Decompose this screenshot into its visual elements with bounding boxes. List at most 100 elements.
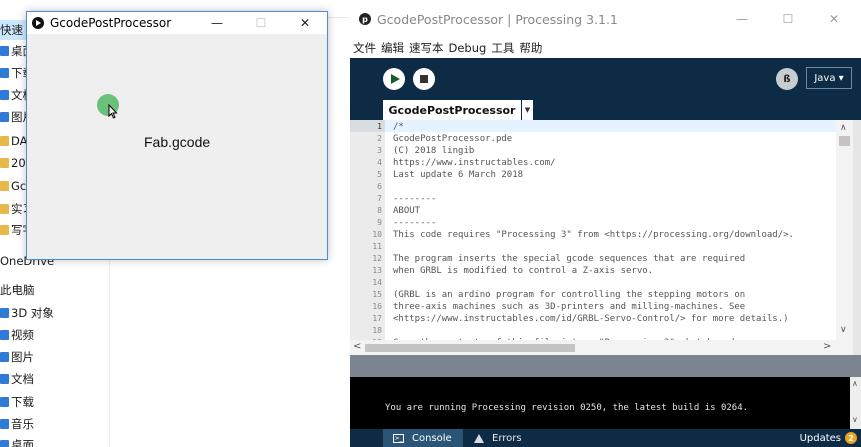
- folder-icon: [0, 158, 9, 168]
- code-line: This code requires "Processing 3" from <…: [393, 230, 794, 240]
- warning-icon: [474, 433, 484, 443]
- tab-menu-arrow-icon[interactable]: ▼: [522, 100, 533, 120]
- ide-minimize-button[interactable]: —: [719, 0, 765, 38]
- code-line: <https://www.instructables.com/id/GRBL-S…: [393, 314, 789, 324]
- sketch-window: GcodePostProcessor — ☐ ✕ Fab.gcode: [26, 11, 328, 260]
- line-number: 8: [377, 206, 382, 215]
- code-line: (GRBL is an ardino program for controlli…: [393, 290, 746, 300]
- mode-selector[interactable]: Java ▾: [806, 67, 852, 89]
- nav-item[interactable]: 视频: [0, 325, 34, 345]
- nav-item-label: 视频: [11, 328, 34, 342]
- editor-horizontal-scrollbar[interactable]: < >: [350, 340, 853, 355]
- debugger-toggle-icon[interactable]: ß: [776, 68, 798, 90]
- editor-vertical-scrollbar[interactable]: ∧ ∨: [836, 120, 853, 340]
- code-line: https://www.instructables.com/: [393, 158, 556, 168]
- line-number: 13: [372, 266, 382, 275]
- line-number: 9: [377, 218, 382, 227]
- menu-tools[interactable]: 工具: [491, 40, 514, 56]
- menu-file[interactable]: 文件: [353, 40, 376, 56]
- tab-errors[interactable]: Errors: [474, 429, 522, 447]
- ide-titlebar[interactable]: p GcodePostProcessor | Processing 3.1.1 …: [350, 0, 861, 38]
- line-number: 2: [377, 134, 382, 143]
- ide-maximize-button[interactable]: ☐: [765, 0, 811, 38]
- line-number: 3: [377, 146, 382, 155]
- sketch-canvas[interactable]: Fab.gcode: [27, 34, 327, 259]
- line-number: 1: [377, 122, 382, 131]
- download-icon: [0, 68, 9, 78]
- scroll-left-arrow-icon[interactable]: <: [353, 341, 361, 352]
- folder-icon: [0, 181, 9, 191]
- nav-item-label: 快速: [0, 23, 23, 37]
- editor-tab-row: GcodePostProcessor ▼: [350, 100, 861, 120]
- code-line: when GRBL is modified to control a Z-axi…: [393, 266, 654, 276]
- console-scroll-up-icon[interactable]: ∧: [852, 379, 858, 388]
- close-button[interactable]: ✕: [283, 12, 327, 34]
- canvas-filename-text: Fab.gcode: [144, 134, 211, 150]
- horizontal-scroll-thumb[interactable]: [365, 344, 575, 352]
- code-line: three-axis machines such as 3D-printers …: [393, 302, 746, 312]
- tab-console-label: Console: [412, 432, 452, 444]
- code-line: /*: [393, 122, 404, 132]
- folder-icon: [0, 225, 9, 235]
- updates-label: Updates: [799, 432, 841, 444]
- nav-item-label: 桌面: [11, 438, 34, 447]
- current-line-highlight: [385, 120, 836, 132]
- updates-count-badge: 2: [845, 432, 857, 444]
- documents-icon: [0, 90, 9, 100]
- sketch-titlebar[interactable]: GcodePostProcessor — ☐ ✕: [27, 12, 327, 34]
- line-number: 17: [372, 314, 382, 323]
- nav-item-label: 图片: [11, 350, 34, 364]
- processing-app-icon: [32, 17, 44, 29]
- processing-ide-window: p GcodePostProcessor | Processing 3.1.1 …: [350, 0, 861, 447]
- line-number: 12: [372, 254, 382, 263]
- nav-item[interactable]: 此电脑: [0, 280, 35, 300]
- minimize-button[interactable]: —: [195, 12, 239, 34]
- desktop-icon: [0, 440, 9, 447]
- vertical-scroll-thumb[interactable]: [839, 136, 850, 146]
- 3d-objects-icon: [0, 308, 9, 318]
- line-number: 4: [377, 158, 382, 167]
- nav-item[interactable]: 图片: [0, 347, 34, 367]
- mouse-cursor-icon: [108, 104, 118, 119]
- ide-title: GcodePostProcessor | Processing 3.1.1: [377, 11, 618, 27]
- menu-sketch[interactable]: 速写本: [409, 40, 444, 56]
- ide-footer: >_ Console Errors Updates 2: [350, 429, 861, 447]
- console-splitter[interactable]: [350, 355, 861, 377]
- nav-item[interactable]: 下载: [0, 392, 34, 412]
- ide-close-button[interactable]: ✕: [811, 0, 857, 38]
- updates-indicator[interactable]: Updates 2: [800, 429, 857, 447]
- code-line: (C) 2018 lingib: [393, 146, 475, 156]
- menu-debug[interactable]: Debug: [449, 41, 487, 55]
- nav-item[interactable]: 文档: [0, 369, 34, 389]
- menu-edit[interactable]: 编辑: [381, 40, 404, 56]
- tab-console[interactable]: >_ Console: [383, 429, 463, 447]
- code-text-area[interactable]: /* GcodePostProcessor.pde (C) 2018 lingib h…: [385, 120, 836, 340]
- scroll-right-arrow-icon[interactable]: >: [823, 341, 831, 352]
- nav-item[interactable]: DA: [0, 131, 28, 151]
- ide-window-controls: — ☐ ✕: [719, 0, 857, 38]
- nav-item[interactable]: 音乐: [0, 414, 34, 434]
- stop-button[interactable]: [413, 68, 435, 90]
- editor-right-rail: [853, 120, 861, 356]
- maximize-button[interactable]: ☐: [239, 12, 283, 34]
- scroll-up-arrow-icon[interactable]: ∧: [840, 123, 847, 133]
- line-number: 7: [377, 194, 382, 203]
- desktop-icon: [0, 46, 9, 56]
- sketch-window-controls: — ☐ ✕: [195, 12, 327, 34]
- code-editor[interactable]: 12345678910111213141516171819 /*GcodePos…: [350, 120, 861, 347]
- nav-item[interactable]: 桌面: [0, 435, 34, 447]
- scroll-down-arrow-icon[interactable]: ∨: [840, 325, 847, 335]
- menu-help[interactable]: 帮助: [519, 40, 542, 56]
- sketch-title: GcodePostProcessor: [50, 16, 172, 30]
- folder-icon: [0, 136, 9, 146]
- run-button[interactable]: [383, 68, 405, 90]
- music-icon: [0, 419, 9, 429]
- console-scroll-down-icon[interactable]: ∨: [852, 415, 858, 424]
- nav-item-label: 音乐: [11, 417, 34, 431]
- console-scrollbar[interactable]: ∧ ∨: [850, 377, 861, 429]
- tab-gcodepostprocessor[interactable]: GcodePostProcessor: [383, 100, 521, 120]
- folder-icon: [0, 204, 9, 214]
- line-number: 5: [377, 170, 382, 179]
- nav-item[interactable]: 3D 对象: [0, 303, 54, 323]
- download-icon: [0, 397, 9, 407]
